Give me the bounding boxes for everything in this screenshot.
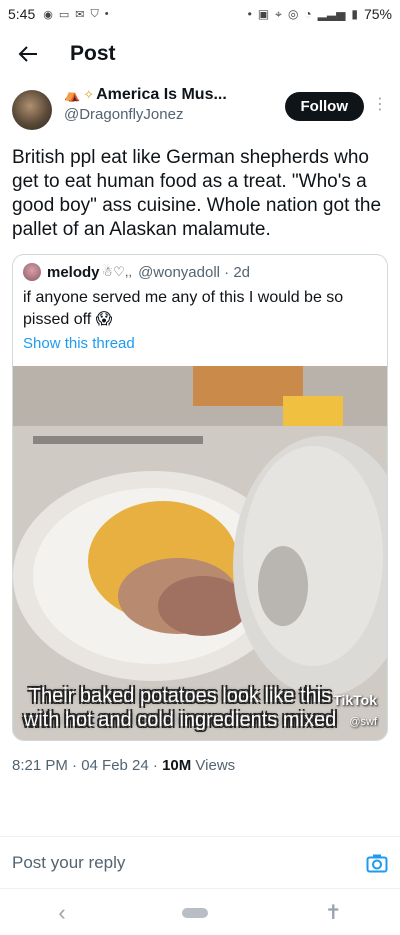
- divider: [0, 836, 400, 837]
- back-arrow-icon[interactable]: [8, 34, 48, 74]
- hotspot-icon: ◎: [287, 7, 299, 21]
- quoted-avatar: [23, 263, 41, 281]
- tiktok-username: @swf: [349, 716, 377, 728]
- quoted-handle-time: @wonyadoll · 2d: [138, 263, 251, 281]
- mail-icon: ✉: [75, 8, 85, 21]
- views-count: 10M: [162, 757, 192, 774]
- quoted-tweet[interactable]: melody ☃♡,, @wonyadoll · 2d if anyone se…: [12, 254, 388, 741]
- signal-icon: ▂▃▅: [317, 7, 346, 21]
- author-meta: ⛺ ✧ America Is Mus... @DragonflyJonez: [64, 86, 285, 123]
- battery-percent: 75%: [363, 6, 392, 22]
- status-bar: 5:45 ◉ ▭ ✉ ⛉ • • ▣ ⌖ ◎ ◔ ▂▃▅ ▮ 75%: [0, 0, 400, 28]
- home-pill-icon[interactable]: [182, 907, 209, 918]
- system-navigation: ‹ ✝: [0, 890, 400, 935]
- dot-icon: •: [247, 7, 252, 21]
- page-title: Post: [70, 42, 116, 65]
- divider: [0, 888, 400, 889]
- status-right-icons: • ▣ ⌖ ◎ ◔ ▂▃▅ ▮ 75%: [248, 6, 392, 22]
- quoted-media-video[interactable]: TikTok @swf Their baked potatoes look li…: [13, 366, 387, 740]
- author-handle[interactable]: @DragonflyJonez: [64, 106, 285, 123]
- quoted-author-name: melody: [47, 263, 100, 281]
- camera-svg: [366, 854, 388, 873]
- author-name: America Is Mus...: [96, 86, 227, 103]
- status-left-icons: ◉ ▭ ✉ ⛉ •: [43, 8, 108, 21]
- quoted-tweet-text: if anyone served me any of this I would …: [23, 289, 344, 328]
- avatar[interactable]: [12, 90, 52, 130]
- quoted-tweet-body: melody ☃♡,, @wonyadoll · 2d if anyone se…: [13, 255, 387, 358]
- battery-icon: ▮: [351, 7, 358, 21]
- wifi-icon: ◔: [304, 7, 312, 21]
- top-nav: Post: [0, 34, 400, 74]
- author-row: ⛺ ✧ America Is Mus... @DragonflyJonez Fo…: [12, 86, 388, 130]
- nfc-icon: ▣: [257, 7, 270, 21]
- show-thread-link[interactable]: Show this thread: [23, 335, 377, 352]
- author-name-line[interactable]: ⛺ ✧ America Is Mus...: [64, 86, 285, 104]
- more-options-icon[interactable]: ⋮: [372, 94, 388, 114]
- quoted-name-emoji: ☃♡,,: [101, 264, 133, 279]
- chat-icon: ▭: [58, 8, 70, 21]
- chevron-left-icon[interactable]: ‹: [58, 900, 65, 926]
- sparkle-icon: ✧: [83, 87, 95, 102]
- camera-icon[interactable]: [366, 853, 388, 873]
- video-caption: Their baked potatoes look like this with…: [23, 685, 337, 731]
- reply-input[interactable]: Post your reply: [12, 853, 366, 873]
- person-icon: ⛺: [64, 87, 81, 102]
- status-time: 5:45: [8, 6, 36, 22]
- tweet-meta: 8:21 PM · 04 Feb 24 · 10M Views: [12, 757, 388, 774]
- location-icon: ⌖: [275, 6, 282, 21]
- shield-icon: ⛉: [90, 7, 99, 20]
- dot-icon: •: [104, 8, 109, 20]
- tweet-text: British ppl eat like German shepherds wh…: [12, 147, 382, 240]
- back-arrow-svg: [18, 46, 37, 62]
- wifi-call-icon: ◉: [43, 8, 53, 21]
- quoted-tweet-header: melody ☃♡,, @wonyadoll · 2d: [23, 263, 377, 281]
- tweet: ⛺ ✧ America Is Mus... @DragonflyJonez Fo…: [0, 86, 400, 774]
- follow-button[interactable]: Follow: [284, 92, 364, 121]
- reply-bar: Post your reply: [0, 843, 400, 883]
- accessibility-icon[interactable]: ✝: [325, 900, 342, 925]
- tweet-timestamp[interactable]: 8:21 PM · 04 Feb 24 ·: [12, 757, 162, 774]
- views-label: Views: [191, 757, 236, 774]
